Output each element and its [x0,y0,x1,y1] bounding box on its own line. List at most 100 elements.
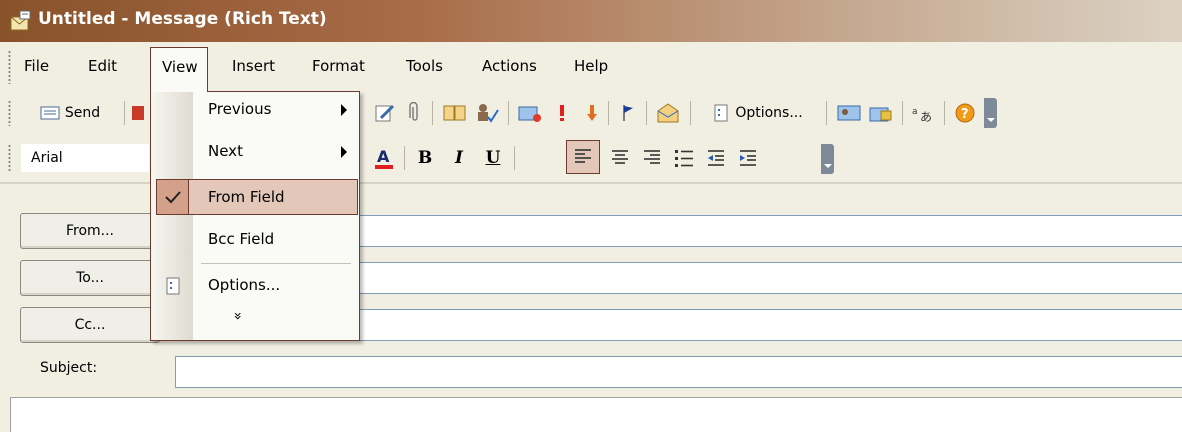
send-icon [40,106,60,120]
from-button-label: From... [65,223,115,239]
view-menu-previous[interactable]: Previous [151,92,359,128]
title-bar[interactable]: Untitled - Message (Rich Text) [0,0,1182,42]
toolbar-separator [944,101,945,125]
low-importance-button[interactable] [582,99,602,127]
font-name-value: Arial [31,150,63,166]
toolbar-separator [514,146,515,170]
exclamation-icon [560,105,564,121]
menu-actions[interactable]: Actions [482,57,537,75]
menu-edit-label: Edit [88,57,118,75]
menubar-grip[interactable] [8,50,11,84]
translate-icon: aあ [912,107,932,124]
align-center-icon [612,150,628,164]
increase-indent-button[interactable] [734,144,762,172]
menu-help[interactable]: Help [574,57,608,75]
menu-format[interactable]: Format [312,57,365,75]
save-icon [132,106,144,120]
view-menu-next-label: Next [208,142,243,160]
formatting-toolbar-chevron[interactable] [821,144,834,174]
subject-label: Subject: [40,360,98,376]
view-menu-expand[interactable]: » [151,306,359,336]
menu-file[interactable]: File [24,57,49,75]
toolbar-separator [404,146,405,170]
toolbar-separator [826,101,827,125]
toolbar-separator [432,101,433,125]
view-menu-previous-label: Previous [208,100,272,118]
align-left-button[interactable] [566,140,600,174]
toolbar-grip[interactable] [8,144,11,172]
address-book-button[interactable] [440,99,470,127]
flag-icon [623,105,633,121]
decrease-indent-button[interactable] [702,144,730,172]
paperclip-icon [409,102,418,121]
translate-button[interactable]: aあ [908,99,938,127]
cc-button[interactable]: Cc... [20,307,160,343]
view-menu-options-label: Options... [208,276,281,294]
window-title: Untitled - Message (Rich Text) [38,9,327,29]
menu-help-label: Help [574,57,609,75]
cc-button-label: Cc... [74,317,106,333]
underline-button[interactable]: U [480,144,506,172]
help-button[interactable]: ? [950,99,980,127]
font-color-button[interactable]: A [370,144,398,172]
follow-up-button[interactable] [616,99,640,127]
options-label: Options... [735,105,803,121]
align-right-icon [644,150,660,164]
options-button[interactable]: Options... [696,99,820,127]
message-body[interactable] [10,397,1182,432]
from-button[interactable]: From... [20,213,160,249]
permission-button[interactable] [514,99,546,127]
toolbar-separator [124,101,125,125]
menu-actions-label: Actions [482,57,537,75]
view-menu-options[interactable]: Options... [151,268,359,304]
to-button[interactable]: To... [20,260,160,296]
menu-view[interactable]: View [150,47,208,92]
send-button[interactable]: Send [20,99,120,127]
high-importance-button[interactable] [552,99,572,127]
bullets-icon [675,150,693,167]
decrease-indent-icon [708,150,724,166]
open-envelope-button[interactable] [652,99,684,127]
check-names-button[interactable] [472,99,502,127]
contact-card-icon [837,105,861,121]
svg-text:あ: あ [920,110,932,124]
font-name-combo[interactable]: Arial [20,143,150,173]
address-book-icon [443,105,466,121]
bullets-button[interactable] [670,144,698,172]
italic-button[interactable]: I [446,144,472,172]
send-label: Send [64,105,101,121]
envelope-permission-icon [518,106,541,122]
message-window: Untitled - Message (Rich Text) File Edit… [0,0,1182,432]
attach-button[interactable] [404,99,426,127]
options-icon [166,277,180,295]
subject-field[interactable] [175,356,1182,388]
save-button[interactable] [130,99,146,127]
view-menu-from-field[interactable]: From Field [156,179,358,215]
svg-text:A: A [377,147,390,166]
view-menu-next[interactable]: Next [151,134,359,170]
align-center-button[interactable] [606,144,634,172]
align-right-button[interactable] [638,144,666,172]
check-names-icon [478,104,499,123]
align-left-icon [575,149,591,163]
svg-text:a: a [912,107,918,117]
vcard-button[interactable] [834,99,864,127]
menu-insert-label: Insert [232,57,276,75]
menu-file-label: File [24,57,50,75]
menu-edit[interactable]: Edit [88,57,117,75]
font-color-icon: A [375,147,393,169]
menu-tools[interactable]: Tools [406,57,443,75]
toolbar-options-chevron[interactable] [984,98,997,128]
signature-button[interactable] [372,99,398,127]
down-arrow-icon [587,105,597,121]
bold-button[interactable]: B [412,144,438,172]
toolbar-grip[interactable] [8,100,11,126]
toolbar-separator [646,101,647,125]
view-menu-bcc-field[interactable]: Bcc Field [151,222,359,258]
menu-separator [201,263,351,264]
menu-insert[interactable]: Insert [232,57,275,75]
svg-text:?: ? [961,107,969,122]
menu-format-label: Format [312,57,365,75]
unlock-button[interactable] [866,99,896,127]
open-envelope-icon [657,103,679,123]
